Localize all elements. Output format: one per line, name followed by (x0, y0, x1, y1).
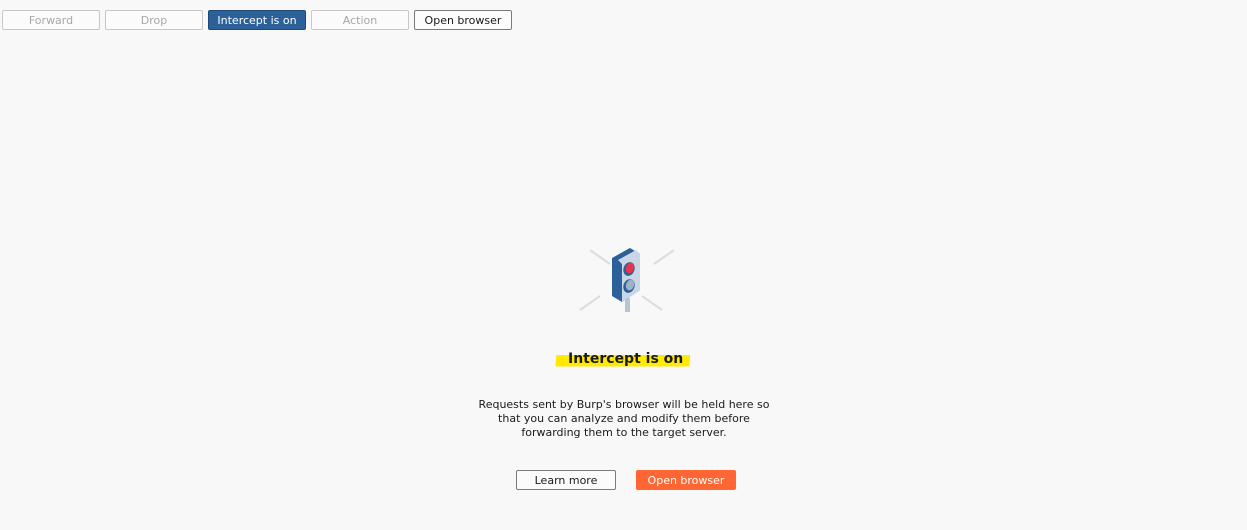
open-browser-toolbar-button[interactable]: Open browser (414, 10, 512, 30)
forward-button[interactable]: Forward (2, 10, 100, 30)
proxy-toolbar: Forward Drop Intercept is on Action Open… (2, 10, 517, 30)
action-button[interactable]: Action (311, 10, 409, 30)
empty-state-actions: Learn more Open browser (516, 470, 736, 490)
traffic-light-icon (579, 248, 675, 312)
empty-state-title: Intercept is on (555, 349, 692, 369)
empty-state-description: Requests sent by Burp's browser will be … (478, 398, 770, 439)
intercept-toggle-button[interactable]: Intercept is on (208, 10, 306, 30)
drop-button[interactable]: Drop (105, 10, 203, 30)
empty-state-title-wrap: Intercept is on (0, 348, 1247, 369)
open-browser-button[interactable]: Open browser (636, 470, 736, 490)
learn-more-button[interactable]: Learn more (516, 470, 616, 490)
empty-state-title-text: Intercept is on (568, 351, 684, 367)
